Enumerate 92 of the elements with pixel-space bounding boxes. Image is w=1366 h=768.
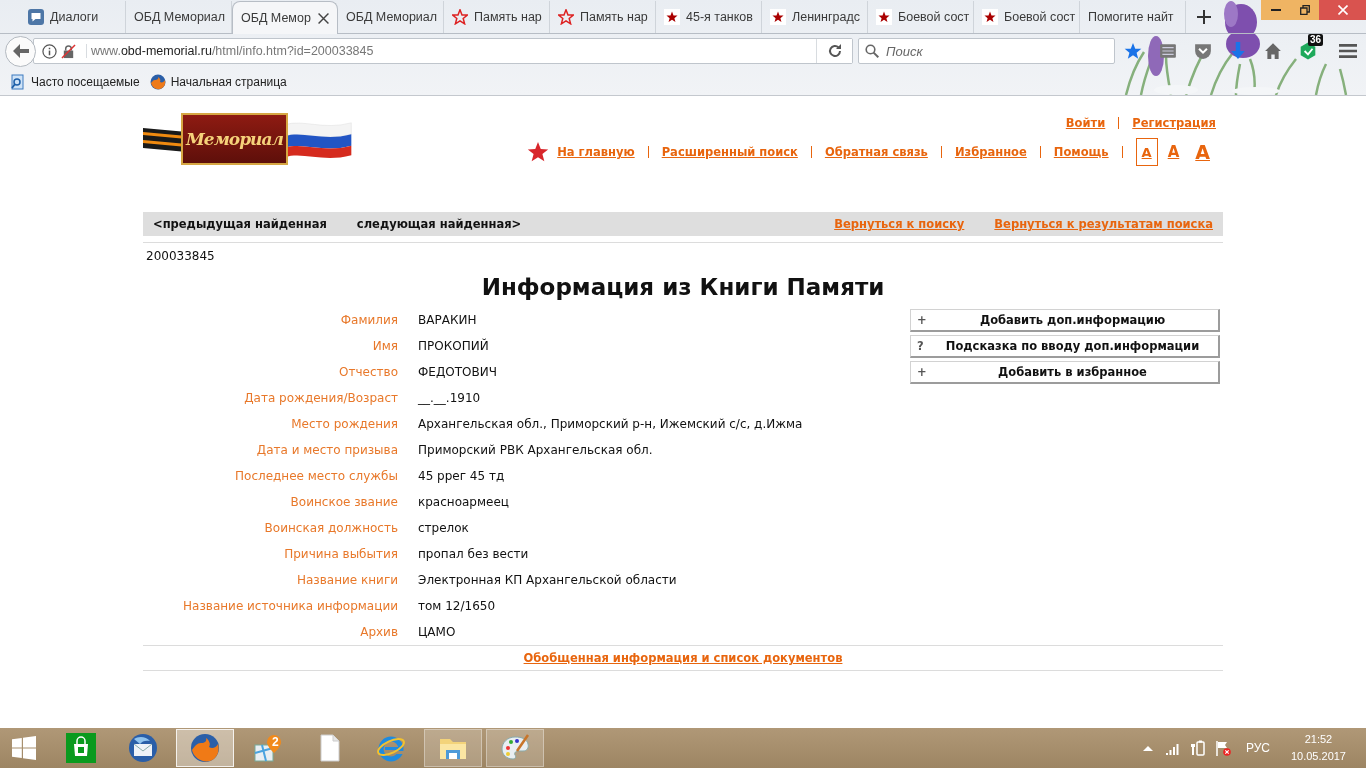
browser-tab[interactable]: Диалоги (20, 1, 126, 33)
page-search-icon (10, 73, 26, 90)
field-value: Электронная КП Архангельской области (418, 573, 678, 587)
field-value: красноармеец (418, 495, 510, 509)
action-button[interactable]: + Добавить в избранное (910, 361, 1220, 384)
browser-tab[interactable]: ОБД Мемор (232, 1, 338, 34)
globe-icon (190, 733, 220, 763)
close-icon[interactable] (318, 12, 329, 24)
field-value: пропал без вести (418, 547, 530, 561)
palette-icon (500, 733, 530, 763)
field-value: 45 ррег 45 тд (418, 469, 506, 483)
browser-tab[interactable]: Боевой сост (868, 1, 974, 33)
info-icon (42, 43, 57, 59)
star-icon (558, 9, 574, 25)
field-label: Дата рождения/Возраст (243, 391, 398, 405)
browser-tab[interactable]: Память нар (444, 1, 550, 33)
globe-icon (149, 73, 166, 90)
field-value: Приморский РВК Архангельская обл. (418, 443, 654, 457)
taskbar-app[interactable] (424, 729, 482, 767)
browser-tab[interactable]: Боевой сост (974, 1, 1080, 33)
search-icon (865, 44, 879, 58)
reload-button[interactable] (816, 39, 852, 63)
action-button[interactable]: ? Подсказка по вводу доп.информации (910, 335, 1220, 358)
field-label: Название книги (295, 573, 398, 587)
next-link[interactable]: следующая найденная> (356, 217, 522, 231)
list-icon (1159, 42, 1177, 60)
back-arrow-icon (12, 44, 29, 58)
menu-icon (1339, 42, 1357, 60)
search-field[interactable]: Поиск (858, 38, 1115, 64)
field-label: Последнее место службы (234, 469, 398, 483)
field-label: Причина выбытия (283, 547, 398, 561)
field-label: Архив (359, 625, 398, 639)
browser-tab[interactable]: Ленинградс (762, 1, 868, 33)
plus-icon (1197, 10, 1211, 24)
restore-icon (1299, 5, 1310, 15)
field-value: стрелок (418, 521, 470, 535)
chat-icon (28, 9, 44, 25)
star-icon (452, 9, 468, 25)
record-id: 200033845 (146, 249, 215, 263)
field-label: Воинское звание (289, 495, 398, 509)
shopping-bag-icon (66, 733, 96, 763)
envelope-icon (128, 733, 158, 763)
count-badge: 36 (1307, 34, 1323, 46)
field-label: Отчество (338, 365, 398, 379)
reload-icon (827, 44, 842, 58)
star-icon (664, 9, 680, 25)
home-icon (1264, 42, 1282, 60)
bookmark-item[interactable]: Часто посещаемые (10, 73, 140, 90)
logo-text[interactable]: Мемориал (181, 113, 288, 165)
previous-link[interactable]: <предыдущая найденная (153, 217, 327, 231)
star-icon (770, 9, 786, 25)
map-pin-icon (252, 733, 282, 763)
browser-tab[interactable]: Память нар (550, 1, 656, 33)
star-icon (1124, 42, 1142, 60)
extension-button[interactable]: 36 (1292, 37, 1324, 65)
windows-logo-icon (12, 736, 36, 760)
field-label: Фамилия (339, 313, 398, 327)
field-value: Архангельская обл., Приморский р-н, Ижемский с/с, д.Ижма (418, 417, 804, 431)
field-value: ВАРАКИН (418, 313, 478, 327)
browser-tab[interactable]: ОБД Мемориал (338, 1, 444, 33)
star-icon (876, 9, 892, 25)
restore-button[interactable] (1290, 0, 1319, 20)
field-label: Место рождения (290, 417, 398, 431)
field-label: Имя (371, 339, 398, 353)
battery-icon[interactable] (1189, 740, 1206, 756)
action-button[interactable]: + Добавить доп.информацию (910, 309, 1220, 332)
taskbar-app[interactable] (486, 729, 544, 767)
star-icon (527, 141, 550, 163)
taskbar-app[interactable] (176, 729, 234, 767)
field-value: __.__.1910 (418, 391, 482, 405)
field-value: ПРОКОПИЙ (418, 339, 490, 353)
download-icon (1229, 42, 1247, 60)
address-bar[interactable]: www.obd-memorial.ru/html/info.htm?id=200033845 (33, 38, 853, 64)
field-value: ЦАМО (418, 625, 457, 639)
crocus-petals-drawing (1221, 0, 1257, 33)
crossed-lock-icon (61, 43, 76, 59)
field-label: Дата и место призыва (255, 443, 398, 457)
page-title: Информация из Книги Памяти (481, 274, 885, 300)
browser-tab[interactable]: 45-я танков (656, 1, 762, 33)
field-value: том 12/1650 (418, 599, 497, 613)
shield-icon (1194, 42, 1212, 60)
back-button[interactable] (5, 35, 36, 67)
star-icon (982, 9, 998, 25)
field-label: Воинская должность (263, 521, 398, 535)
close-icon (1337, 5, 1348, 15)
flag-icon[interactable] (1214, 740, 1231, 756)
bookmark-item[interactable]: Начальная страница (149, 73, 287, 90)
field-label: Название источника информации (182, 599, 398, 613)
count-label: 2 (272, 735, 279, 749)
browser-tab[interactable]: Помогите найт (1080, 1, 1186, 33)
field-value: ФЕДОТОВИЧ (418, 365, 498, 379)
minimize-button[interactable] (1261, 0, 1290, 20)
